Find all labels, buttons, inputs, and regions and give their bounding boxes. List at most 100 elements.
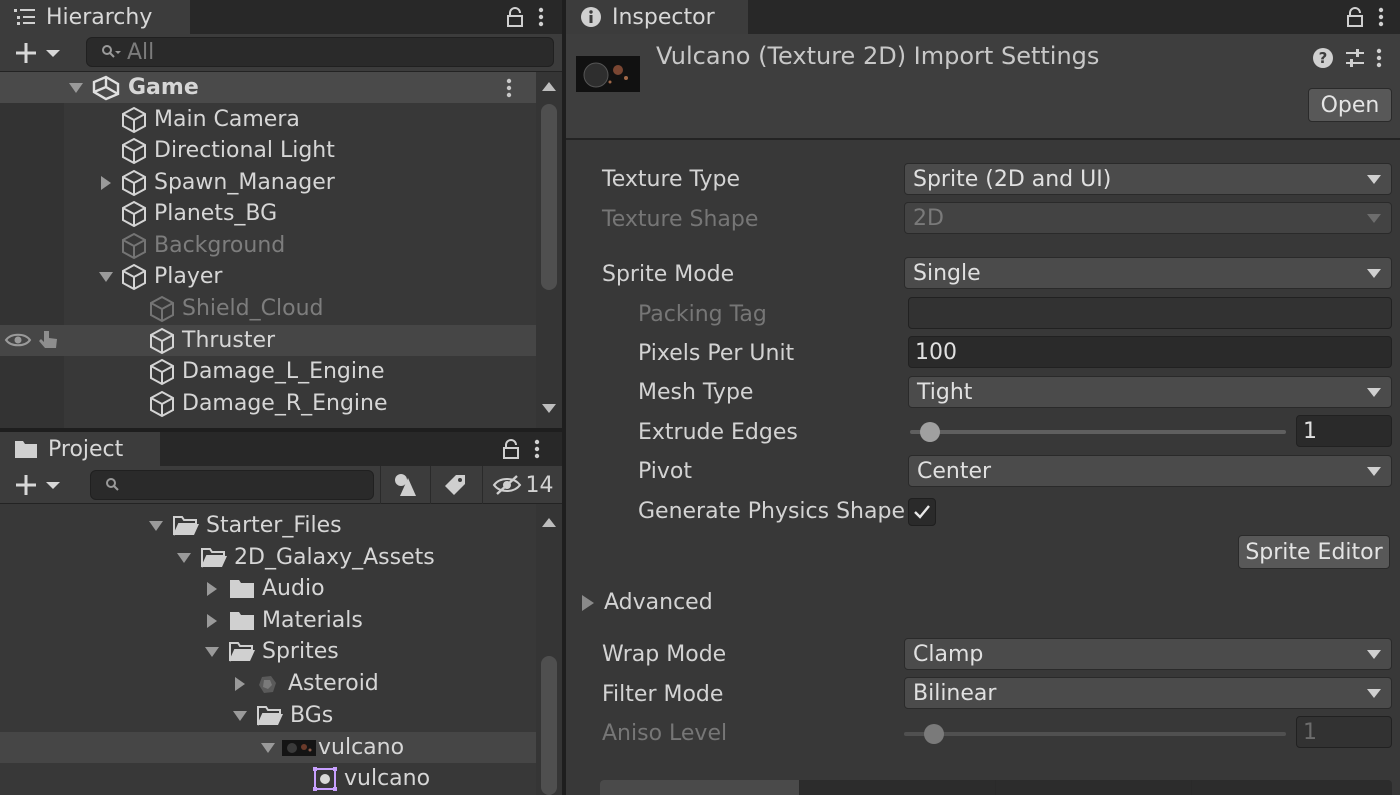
tab-inspector-label: Inspector xyxy=(612,4,715,30)
hierarchy-item-directional-light[interactable]: Directional Light xyxy=(120,135,335,166)
gameobject-cube-icon xyxy=(148,358,176,386)
hierarchy-item-background[interactable]: Background xyxy=(120,230,285,261)
hierarchy-item-label: Damage_R_Engine xyxy=(182,391,388,416)
generate-physics-shape-checkbox[interactable] xyxy=(908,498,936,526)
platform-tab-ios[interactable] xyxy=(996,780,1192,795)
project-scrollbar[interactable] xyxy=(536,504,562,795)
tab-project[interactable]: Project xyxy=(0,432,160,466)
filter-by-type-button[interactable] xyxy=(380,466,428,504)
gameobject-cube-icon xyxy=(120,200,148,228)
expand-arrow-icon[interactable] xyxy=(230,706,250,726)
hierarchy-scrollbar[interactable] xyxy=(536,72,562,428)
kebab-menu-icon[interactable] xyxy=(1378,7,1384,27)
mesh-type-dropdown[interactable]: Tight xyxy=(908,376,1392,408)
gameobject-cube-icon xyxy=(148,295,176,323)
expand-arrow-icon[interactable] xyxy=(174,548,194,568)
extrude-edges-label: Extrude Edges xyxy=(638,420,798,445)
pickable-hand-icon[interactable] xyxy=(36,328,60,352)
project-item-audio[interactable]: Audio xyxy=(202,573,325,604)
texture-type-dropdown[interactable]: Sprite (2D and UI) xyxy=(904,163,1392,195)
scene-menu-icon[interactable] xyxy=(506,78,512,98)
scroll-up-arrow-icon[interactable] xyxy=(542,518,556,527)
hierarchy-tabbar: Hierarchy xyxy=(0,0,562,34)
aniso-level-slider-track xyxy=(904,732,1286,736)
lock-icon[interactable] xyxy=(502,439,520,459)
project-item-bgs[interactable]: BGs xyxy=(230,700,333,731)
project-item-vulcano-texture[interactable]: vulcano xyxy=(258,732,404,763)
tab-inspector[interactable]: Inspector xyxy=(566,0,748,34)
advanced-foldout[interactable]: Advanced xyxy=(580,590,713,615)
scene-row[interactable]: Game xyxy=(66,72,199,103)
lock-icon[interactable] xyxy=(1346,7,1364,27)
open-button[interactable]: Open xyxy=(1308,88,1392,122)
packing-tag-label: Packing Tag xyxy=(638,302,767,327)
chevron-down-icon xyxy=(1367,650,1381,659)
filter-by-label-button[interactable] xyxy=(430,466,478,504)
kebab-menu-icon[interactable] xyxy=(1376,48,1382,68)
hierarchy-item-spawn-manager[interactable]: Spawn_Manager xyxy=(96,167,335,198)
project-item-sprites[interactable]: Sprites xyxy=(202,636,339,667)
extrude-edges-input[interactable]: 1 xyxy=(1296,415,1392,447)
platform-tab-default[interactable] xyxy=(600,780,800,795)
expand-arrow-icon[interactable] xyxy=(66,78,86,98)
hierarchy-item-planets-bg[interactable]: Planets_BG xyxy=(120,198,277,229)
chevron-down-icon xyxy=(1367,689,1381,698)
project-item-asteroid[interactable]: Asteroid xyxy=(230,668,379,699)
help-icon[interactable]: ? xyxy=(1312,47,1334,69)
project-scroll-thumb[interactable] xyxy=(541,656,557,795)
filter-mode-dropdown[interactable]: Bilinear xyxy=(904,677,1392,709)
hierarchy-item-shield-cloud[interactable]: Shield_Cloud xyxy=(148,293,323,324)
hierarchy-item-player[interactable]: Player xyxy=(96,261,222,292)
aniso-level-label: Aniso Level xyxy=(602,721,728,746)
sprite-editor-button[interactable]: Sprite Editor xyxy=(1238,535,1390,569)
visibility-eye-icon[interactable] xyxy=(4,331,32,349)
hierarchy-item-damage-r-engine[interactable]: Damage_R_Engine xyxy=(148,388,388,419)
wrap-mode-dropdown[interactable]: Clamp xyxy=(904,638,1392,670)
add-dropdown-button[interactable] xyxy=(14,41,64,65)
wrap-mode-value: Clamp xyxy=(913,641,984,667)
platform-tab-standalone[interactable] xyxy=(800,780,996,795)
platform-tab-webgl[interactable] xyxy=(1192,780,1392,795)
project-search-input[interactable] xyxy=(90,470,374,500)
kebab-menu-icon[interactable] xyxy=(534,439,540,459)
collapsed-arrow-icon[interactable] xyxy=(202,611,222,631)
pivot-dropdown[interactable]: Center xyxy=(908,455,1392,487)
hierarchy-item-thruster[interactable]: Thruster xyxy=(148,325,275,356)
hierarchy-item-main-camera[interactable]: Main Camera xyxy=(120,104,300,135)
open-folder-icon xyxy=(172,514,200,538)
sprite-mode-dropdown[interactable]: Single xyxy=(904,257,1392,289)
hierarchy-item-damage-l-engine[interactable]: Damage_L_Engine xyxy=(148,356,385,387)
project-item-materials[interactable]: Materials xyxy=(202,605,363,636)
scroll-down-arrow-icon[interactable] xyxy=(542,404,556,413)
sprite-mode-label: Sprite Mode xyxy=(602,262,735,287)
collapsed-arrow-icon[interactable] xyxy=(96,173,116,193)
foldout-arrow-icon xyxy=(580,594,596,612)
project-item-vulcano-sprite[interactable]: vulcano xyxy=(312,763,430,794)
lock-icon[interactable] xyxy=(506,7,524,27)
packing-tag-input[interactable] xyxy=(908,297,1392,329)
hierarchy-scroll-thumb[interactable] xyxy=(541,104,557,290)
hierarchy-search-input[interactable]: All xyxy=(86,37,554,67)
tab-hierarchy[interactable]: Hierarchy xyxy=(0,0,190,34)
add-asset-dropdown-button[interactable] xyxy=(14,473,64,497)
collapsed-arrow-icon[interactable] xyxy=(230,674,250,694)
info-icon xyxy=(580,6,602,28)
expand-arrow-icon[interactable] xyxy=(96,267,116,287)
expand-arrow-icon[interactable] xyxy=(146,516,166,536)
gameobject-cube-icon xyxy=(148,390,176,418)
hidden-packages-toggle[interactable]: 14 xyxy=(482,466,562,504)
extrude-edges-slider-track[interactable] xyxy=(910,430,1286,434)
presets-sliders-icon[interactable] xyxy=(1344,47,1366,69)
extrude-edges-slider-handle[interactable] xyxy=(920,422,940,442)
project-item-starter-files[interactable]: Starter_Files xyxy=(146,510,342,541)
project-item-2d-galaxy-assets[interactable]: 2D_Galaxy_Assets xyxy=(174,542,435,573)
chevron-down-icon xyxy=(1367,175,1381,184)
vertical-divider[interactable] xyxy=(562,0,566,795)
kebab-menu-icon[interactable] xyxy=(538,7,544,27)
expand-arrow-icon[interactable] xyxy=(202,642,222,662)
collapsed-arrow-icon[interactable] xyxy=(202,579,222,599)
horizontal-divider[interactable] xyxy=(0,428,562,432)
expand-arrow-icon[interactable] xyxy=(258,738,278,758)
pixels-per-unit-input[interactable]: 100 xyxy=(908,336,1392,368)
scroll-up-arrow-icon[interactable] xyxy=(542,82,556,91)
